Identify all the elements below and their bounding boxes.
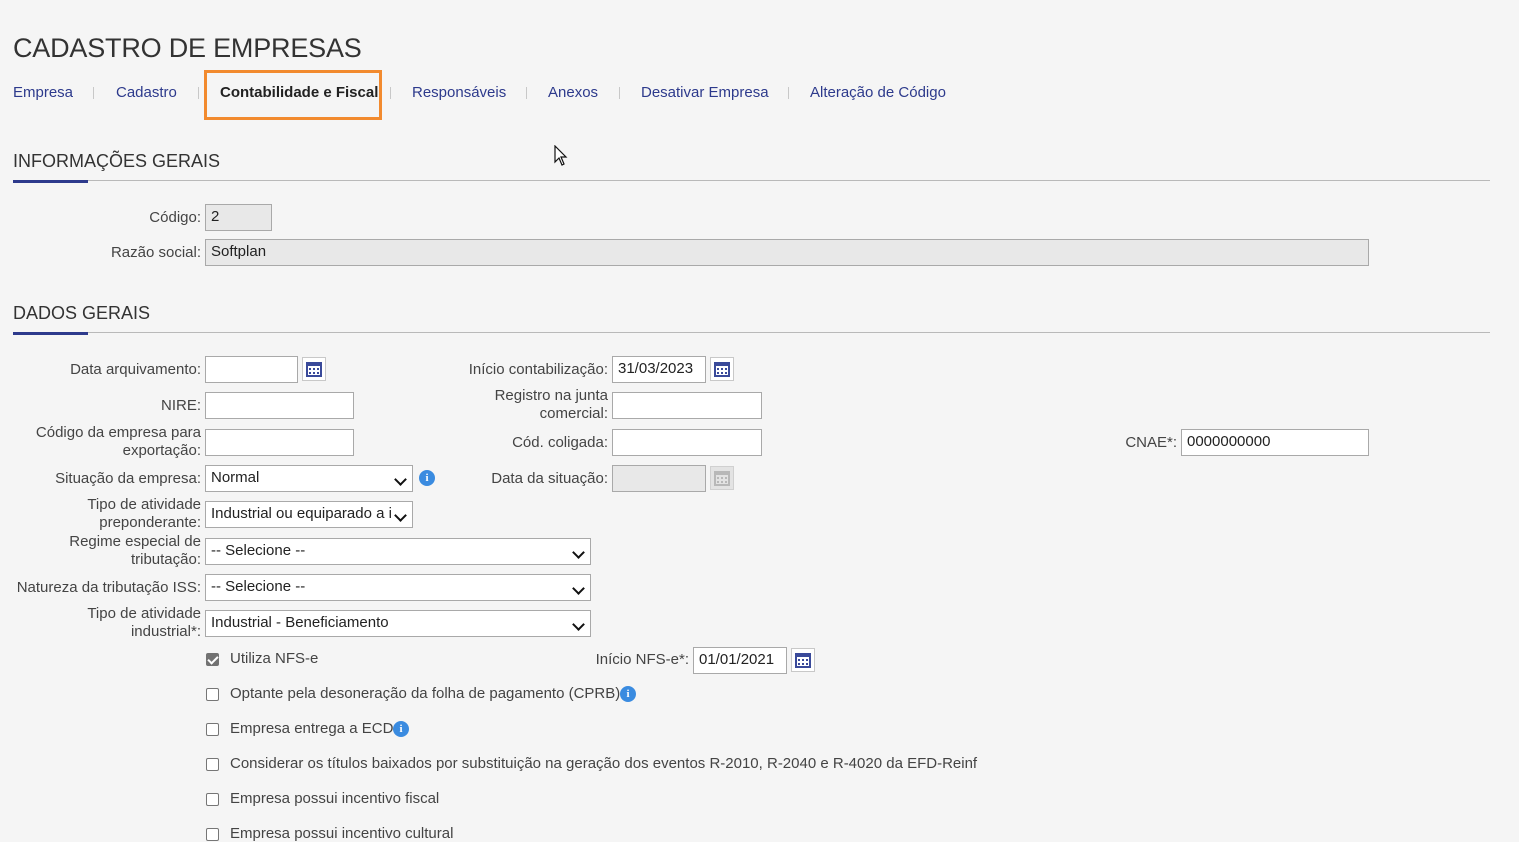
mouse-cursor-icon [554,145,568,166]
tipo-atividade-preponderante-label: Tipo de atividade preponderante: [87,496,201,531]
calendar-icon[interactable] [710,357,734,381]
cnae-label: CNAE*: [1125,434,1177,451]
regime-especial-select[interactable]: -- Selecione -- [205,538,591,565]
data-situacao-field[interactable] [612,465,706,492]
tab-desativar-empresa[interactable]: Desativar Empresa [641,84,769,101]
tab-alteracao-codigo[interactable]: Alteração de Código [810,84,946,101]
tab-empresa[interactable]: Empresa [13,84,73,101]
incentivo-cultural-label: Empresa possui incentivo cultural [230,825,454,842]
razao-social-field[interactable]: Softplan [205,239,1369,266]
titulos-baixados-label: Considerar os títulos baixados por subst… [230,755,978,772]
data-arquivamento-label: Data arquivamento: [70,361,201,378]
tab-divider [619,87,620,99]
tab-divider [526,87,527,99]
incentivo-fiscal-label: Empresa possui incentivo fiscal [230,790,440,807]
tab-divider [198,87,199,99]
cod-coligada-label: Cód. coligada: [512,434,608,451]
utiliza-nfse-checkbox[interactable] [206,653,219,666]
inicio-contabilizacao-field[interactable]: 31/03/2023 [612,356,706,383]
nire-field[interactable] [205,392,354,419]
section-divider [13,180,1490,181]
tab-cadastro[interactable]: Cadastro [116,84,177,101]
codigo-field[interactable]: 2 [205,204,272,231]
section-title-informacoes-gerais: INFORMAÇÕES GERAIS [13,151,221,171]
tab-divider [93,87,94,99]
inicio-contabilizacao-label: Início contabilização: [468,361,608,378]
incentivo-cultural-checkbox[interactable] [206,828,219,841]
natureza-iss-label: Natureza da tributação ISS: [16,579,201,596]
desoneracao-label: Optante pela desoneração da folha de pag… [230,685,621,702]
tab-responsaveis[interactable]: Responsáveis [412,84,506,101]
tipo-atividade-industrial-label: Tipo de atividade industrial*: [87,605,201,640]
codigo-exportacao-label: Código da empresa para exportação: [35,424,201,459]
situacao-label: Situação da empresa: [55,470,201,487]
inicio-nfse-field[interactable]: 01/01/2021 [693,647,787,674]
tipo-atividade-preponderante-select[interactable]: Industrial ou equiparado a i [205,501,413,528]
calendar-icon[interactable] [791,648,815,672]
utiliza-nfse-label: Utiliza NFS-e [230,650,319,667]
info-icon[interactable]: i [393,721,409,737]
calendar-icon[interactable] [302,357,326,381]
codigo-label: Código: [149,209,201,226]
tab-anexos[interactable]: Anexos [548,84,598,101]
incentivo-fiscal-checkbox[interactable] [206,793,219,806]
active-tab-highlight [204,70,382,120]
cnae-field[interactable]: 0000000000 [1181,429,1369,456]
tipo-atividade-industrial-select[interactable]: Industrial - Beneficiamento [205,610,591,637]
page-title: CADASTRO DE EMPRESAS [13,33,362,63]
section-accent [13,332,88,335]
section-divider [13,332,1490,333]
info-icon[interactable]: i [620,686,636,702]
situacao-select[interactable]: Normal [205,465,413,492]
razao-social-label: Razão social: [110,244,201,261]
cod-coligada-field[interactable] [612,429,762,456]
tab-divider [788,87,789,99]
desoneracao-checkbox[interactable] [206,688,219,701]
titulos-baixados-checkbox[interactable] [206,758,219,771]
entrega-ecd-label: Empresa entrega a ECD [230,720,394,737]
data-situacao-label: Data da situação: [491,470,608,487]
tab-bar: Empresa Cadastro Contabilidade e Fiscal … [13,84,1013,104]
data-arquivamento-field[interactable] [205,356,298,383]
registro-junta-label: Registro na junta comercial: [494,387,608,422]
nire-label: NIRE: [160,397,201,414]
calendar-icon [710,466,734,490]
regime-especial-label: Regime especial de tributação: [69,533,201,568]
entrega-ecd-checkbox[interactable] [206,723,219,736]
inicio-nfse-label: Início NFS-e*: [595,651,689,668]
tab-divider [390,87,391,99]
section-accent [13,180,88,183]
natureza-iss-select[interactable]: -- Selecione -- [205,574,591,601]
registro-junta-field[interactable] [612,392,762,419]
codigo-exportacao-field[interactable] [205,429,354,456]
section-title-dados-gerais: DADOS GERAIS [13,303,151,323]
